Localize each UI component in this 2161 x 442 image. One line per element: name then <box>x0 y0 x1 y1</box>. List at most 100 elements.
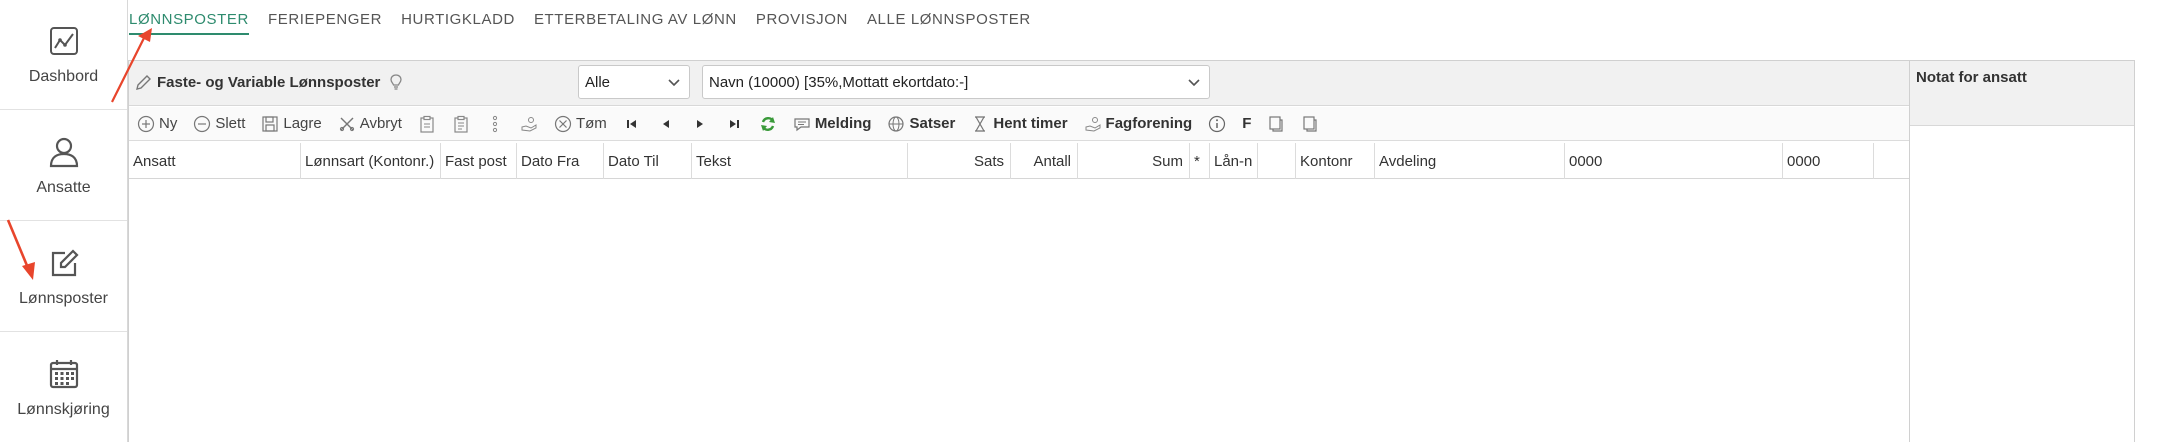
column-header-dim2[interactable]: 0000 <box>1783 143 1874 179</box>
union-button[interactable]: Fagforening <box>1084 115 1193 133</box>
delete-button[interactable]: Slett <box>193 115 245 133</box>
more-button[interactable] <box>486 115 504 133</box>
column-header-dim1[interactable]: 0000 <box>1565 143 1783 179</box>
tab-lonnsposter[interactable]: LØNNSPOSTER <box>129 1 249 36</box>
cancel-button[interactable]: Avbryt <box>338 115 402 133</box>
employee-notes-panel: Notat for ansatt <box>1909 60 2135 442</box>
info-icon <box>1209 115 1226 132</box>
clipboard-list-button[interactable] <box>452 115 470 133</box>
cancel-button-label: Avbryt <box>359 115 402 132</box>
close-icon <box>339 117 354 131</box>
first-record-button[interactable] <box>623 115 641 133</box>
previous-record-button[interactable] <box>657 115 675 133</box>
save-button[interactable]: Lagre <box>261 115 322 133</box>
tab-provisjon[interactable]: PROVISJON <box>756 1 848 36</box>
tab-hurtigkladd[interactable]: HURTIGKLADD <box>401 1 515 36</box>
column-header-sats[interactable]: Sats <box>908 143 1011 179</box>
new-button[interactable]: Ny <box>137 115 177 133</box>
column-header-tekst[interactable]: Tekst <box>692 143 908 179</box>
column-header-dato-fra[interactable]: Dato Fra <box>517 143 604 179</box>
hand-coins-icon <box>1085 116 1101 132</box>
refresh-icon <box>760 116 775 131</box>
close-circle-icon <box>554 115 572 132</box>
get-hours-button-label: Hent timer <box>993 115 1068 132</box>
sidebar-item-ansatte[interactable]: Ansatte <box>0 111 127 221</box>
chart-icon <box>49 26 78 55</box>
column-header-blank[interactable] <box>1258 143 1296 179</box>
hand-coins-button[interactable] <box>520 115 538 133</box>
sidebar: Dashbord Ansatte Lønnsposter Lønnskjørin… <box>0 0 128 442</box>
column-header-dato-til[interactable]: Dato Til <box>604 143 692 179</box>
column-header-ansatt[interactable]: Ansatt <box>129 143 301 179</box>
sidebar-item-dashbord[interactable]: Dashbord <box>0 0 127 110</box>
top-tabs: LØNNSPOSTER FERIEPENGER HURTIGKLADD ETTE… <box>128 0 1050 36</box>
filter-select[interactable]: Alle <box>578 65 690 99</box>
chevron-down-icon <box>1188 79 1200 87</box>
column-header-fast-post[interactable]: Fast post <box>441 143 517 179</box>
get-hours-button[interactable]: Hent timer <box>971 115 1068 133</box>
clipboard-icon <box>420 115 434 133</box>
pencil-icon <box>136 75 151 90</box>
clipboard-button[interactable] <box>418 115 436 133</box>
column-header-avdeling[interactable]: Avdeling <box>1375 143 1565 179</box>
filter-select-value: Alle <box>585 73 611 91</box>
message-button-label: Melding <box>814 115 872 132</box>
panel-header: Faste- og Variable Lønnsposter Alle Navn… <box>129 60 1910 106</box>
delete-button-label: Slett <box>215 115 246 132</box>
tab-etterbetaling[interactable]: ETTERBETALING AV LØNN <box>534 1 737 36</box>
next-icon <box>696 119 703 128</box>
skip-last-icon <box>729 119 739 128</box>
column-header-lonnsart[interactable]: Lønnsart (Kontonr.) <box>301 143 441 179</box>
paste-button[interactable] <box>1301 115 1319 133</box>
message-button[interactable]: Melding <box>793 115 872 133</box>
info-button[interactable] <box>1208 115 1226 133</box>
next-record-button[interactable] <box>691 115 709 133</box>
union-button-label: Fagforening <box>1105 115 1193 132</box>
column-header-antall[interactable]: Antall <box>1011 143 1078 179</box>
f-button[interactable]: F <box>1242 115 1251 132</box>
edit-icon <box>51 248 79 276</box>
new-button-label: Ny <box>159 115 178 132</box>
last-record-button[interactable] <box>725 115 743 133</box>
tab-feriepenger[interactable]: FERIEPENGER <box>268 1 382 36</box>
save-button-label: Lagre <box>283 115 322 132</box>
toolbar: Ny Slett Lagre Avbryt Tøm Melding Satser… <box>129 107 1910 141</box>
minus-circle-icon <box>194 115 211 132</box>
sidebar-item-lonnsposter[interactable]: Lønnsposter <box>0 222 127 332</box>
vertical-dots-icon <box>492 115 498 132</box>
column-header-lan-nr[interactable]: Lån-n <box>1210 143 1258 179</box>
column-header-extra[interactable] <box>1874 143 1910 179</box>
refresh-button[interactable] <box>759 115 777 133</box>
document-copy-icon <box>1303 115 1317 132</box>
clear-button[interactable]: Tøm <box>554 115 607 133</box>
plus-circle-icon <box>137 115 155 132</box>
copy-button[interactable] <box>1267 115 1285 133</box>
skip-first-icon <box>626 119 636 128</box>
payroll-items-panel: Faste- og Variable Lønnsposter Alle Navn… <box>128 60 1910 442</box>
table-header: Ansatt Lønnsart (Kontonr.) Fast post Dat… <box>129 143 1910 179</box>
save-icon <box>262 115 278 132</box>
employee-select-value: Navn (10000) [35%,Mottatt ekortdato:-] <box>709 73 969 91</box>
lightbulb-icon[interactable] <box>388 73 404 91</box>
rates-button[interactable]: Satser <box>887 115 955 133</box>
column-header-sum[interactable]: Sum <box>1078 143 1190 179</box>
clipboard-list-icon <box>454 115 468 133</box>
previous-icon <box>662 119 669 128</box>
f-button-label: F <box>1242 115 1252 132</box>
employee-select[interactable]: Navn (10000) [35%,Mottatt ekortdato:-] <box>702 65 1210 99</box>
globe-icon <box>888 115 905 132</box>
sidebar-item-lonnskjoring[interactable]: Lønnskjøring <box>0 333 127 442</box>
notes-title: Notat for ansatt <box>1910 60 2134 126</box>
tab-alle-lonnsposter[interactable]: ALLE LØNNSPOSTER <box>867 1 1031 36</box>
column-header-star[interactable]: * <box>1190 143 1210 179</box>
column-header-kontonr[interactable]: Kontonr <box>1296 143 1375 179</box>
sidebar-item-label: Ansatte <box>36 178 91 196</box>
speech-bubble-icon <box>794 117 810 131</box>
copy-icon <box>1269 115 1283 132</box>
panel-title: Faste- og Variable Lønnsposter <box>135 73 404 91</box>
sidebar-item-label: Lønnskjøring <box>17 401 110 418</box>
rates-button-label: Satser <box>909 115 956 132</box>
calendar-icon <box>49 360 78 389</box>
panel-title-text: Faste- og Variable Lønnsposter <box>157 73 381 91</box>
person-icon <box>49 137 78 167</box>
